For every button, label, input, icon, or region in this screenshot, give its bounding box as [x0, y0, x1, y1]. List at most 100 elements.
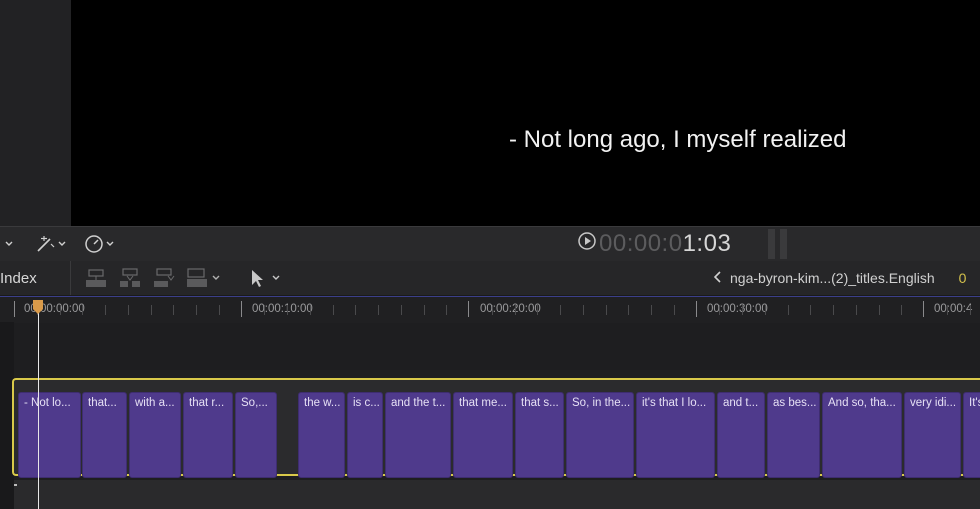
caption-clip[interactable]: as bes...: [767, 392, 820, 478]
ruler-minor-tick: [719, 305, 720, 315]
caption-clip[interactable]: So,...: [235, 392, 277, 478]
caption-clip[interactable]: is c...: [347, 392, 383, 478]
ruler-minor-tick: [378, 305, 379, 315]
caption-clip[interactable]: it's that I lo...: [636, 392, 715, 478]
ruler-minor-tick: [879, 305, 880, 315]
ruler-minor-tick: [492, 305, 493, 315]
ruler-minor-tick: [674, 305, 675, 315]
ruler-minor-tick: [333, 305, 334, 315]
ruler-minor-tick: [606, 305, 607, 315]
ruler-minor-tick: [219, 305, 220, 315]
ruler-minor-tick: [970, 305, 971, 315]
viewer-side-panel: [0, 0, 71, 226]
caption-track[interactable]: - Not lo... that... with a... that r... So,.…: [12, 378, 980, 478]
ruler-minor-tick: [947, 305, 948, 315]
caption-clip[interactable]: that s...: [515, 392, 564, 478]
caption-clip-label: very idi...: [910, 397, 957, 409]
project-duration: 0: [958, 270, 967, 286]
ruler-minor-tick: [446, 305, 447, 315]
caption-clip-label: that r...: [189, 397, 225, 409]
ruler-major-tick: [241, 301, 242, 317]
playhead[interactable]: [38, 300, 39, 509]
ruler-minor-tick: [151, 305, 152, 315]
connect-clip-icon[interactable]: [84, 266, 108, 290]
ruler-major-tick: [14, 301, 15, 317]
append-clip-icon[interactable]: [152, 266, 176, 290]
video-viewer[interactable]: - Not long ago, I myself realized: [71, 0, 980, 226]
timecode-display[interactable]: 00:00:0 1:03: [577, 230, 731, 258]
ruler-label: 00:00:20:00: [480, 303, 541, 315]
index-button[interactable]: Index: [0, 261, 71, 295]
overwrite-clip-icon[interactable]: [186, 266, 222, 290]
timecode-dim: 00:00:0: [599, 230, 683, 257]
insert-clip-icon[interactable]: [118, 266, 142, 290]
select-tool-icon[interactable]: [246, 266, 286, 290]
ruler-major-tick: [923, 301, 924, 317]
caption-clip-label: So,...: [241, 397, 268, 409]
project-name: nga-byron-kim...(2)_titles.English: [730, 270, 935, 286]
caption-clip-label: So, in the...: [572, 397, 631, 409]
ruler-minor-tick: [82, 305, 83, 315]
caption-clip[interactable]: And so, tha...: [822, 392, 902, 478]
viewer-subtitle: - Not long ago, I myself realized: [509, 126, 847, 153]
timeline[interactable]: 00:00:00:00 00:00:10:00 00:00:20:00 00:0…: [0, 296, 980, 509]
ruler-minor-tick: [287, 305, 288, 315]
caption-clip-label: and the t...: [391, 397, 446, 409]
audio-meter-icon: [768, 229, 790, 259]
caption-clip[interactable]: So, in the...: [566, 392, 634, 478]
timeline-ruler[interactable]: 00:00:00:00 00:00:10:00 00:00:20:00 00:0…: [0, 296, 980, 323]
caption-clip-label: that me...: [459, 397, 507, 409]
play-circle-icon: [577, 230, 597, 258]
caption-clip[interactable]: very idi...: [904, 392, 961, 478]
ruler-minor-tick: [628, 305, 629, 315]
ruler-label: 00:00:4: [934, 303, 973, 315]
ruler-minor-tick: [765, 305, 766, 315]
ruler-minor-tick: [128, 305, 129, 315]
caption-clip-label: as bes...: [773, 397, 817, 409]
ruler-minor-tick: [515, 305, 516, 315]
caption-clip-label: - Not lo...: [24, 397, 71, 409]
back-chevron-icon[interactable]: [713, 270, 722, 286]
ruler-minor-tick: [856, 305, 857, 315]
magic-wand-icon[interactable]: [34, 233, 68, 255]
ruler-minor-tick: [60, 305, 61, 315]
caption-clip[interactable]: and t...: [717, 392, 765, 478]
caption-clip[interactable]: - Not lo...: [18, 392, 81, 478]
ruler-minor-tick: [173, 305, 174, 315]
caption-clip[interactable]: that...: [82, 392, 127, 478]
ruler-minor-tick: [310, 305, 311, 315]
timecode-bright: 1:03: [682, 230, 732, 257]
view-options-chevron-icon[interactable]: [4, 233, 14, 255]
caption-clip[interactable]: and the t...: [385, 392, 451, 478]
ruler-minor-tick: [901, 305, 902, 315]
ruler-label: 00:00:30:00: [707, 303, 768, 315]
ruler-minor-tick: [537, 305, 538, 315]
caption-clip[interactable]: the w...: [298, 392, 345, 478]
ruler-minor-tick: [651, 305, 652, 315]
caption-clip[interactable]: that me...: [453, 392, 513, 478]
track-marker: [14, 484, 17, 486]
caption-clip-label: it's that I lo...: [642, 397, 707, 409]
ruler-minor-tick: [583, 305, 584, 315]
caption-clip-label: that s...: [521, 397, 559, 409]
ruler-minor-tick: [833, 305, 834, 315]
ruler-minor-tick: [810, 305, 811, 315]
ruler-minor-tick: [264, 305, 265, 315]
caption-clip-label: the w...: [304, 397, 341, 409]
project-breadcrumb[interactable]: nga-byron-kim...(2)_titles.English 0: [713, 261, 967, 295]
viewer-control-bar: 00:00:0 1:03: [0, 226, 980, 262]
primary-storyline: [14, 480, 980, 509]
caption-clip[interactable]: with a...: [129, 392, 181, 478]
caption-clip-label: And so, tha...: [828, 397, 896, 409]
timeline-toolbar: Index nga-byron-kim...(2)_titles.English…: [0, 261, 980, 296]
ruler-minor-tick: [788, 305, 789, 315]
ruler-label: 00:00:10:00: [252, 303, 313, 315]
caption-clip[interactable]: that r...: [183, 392, 233, 478]
caption-clip-label: and t...: [723, 397, 759, 409]
caption-clip-label: that...: [88, 397, 117, 409]
caption-clip[interactable]: It's: [963, 392, 980, 478]
caption-clip-label: is c...: [353, 397, 380, 409]
ruler-minor-tick: [196, 305, 197, 315]
speedometer-icon[interactable]: [84, 233, 118, 255]
ruler-major-tick: [468, 301, 469, 317]
